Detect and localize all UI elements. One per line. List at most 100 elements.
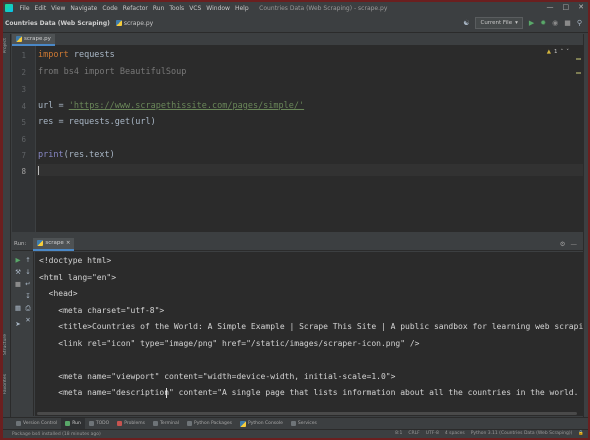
menu-file[interactable]: File: [17, 5, 32, 12]
line-separator[interactable]: CRLF: [408, 431, 419, 436]
tool-tab-python-console[interactable]: Python Console: [236, 418, 287, 430]
code-line-2: from bs4 import BeautifulSoup: [38, 67, 187, 77]
tool-window-bar: Version Control Run TODO Problems Termin…: [3, 417, 588, 430]
menu-vcs[interactable]: VCS: [187, 5, 204, 12]
line-number: 3: [21, 85, 26, 94]
favorites-tool-label[interactable]: Favorites: [3, 374, 8, 394]
left-tool-strip: Project Structure Favorites: [3, 34, 11, 428]
structure-tool-label[interactable]: Structure: [3, 334, 8, 355]
pin-icon[interactable]: ➤: [14, 320, 22, 328]
python-file-icon: [16, 36, 22, 42]
run-configuration-label: Current File: [480, 20, 513, 26]
python-file-icon: [115, 20, 122, 26]
layout-icon[interactable]: ▦: [14, 304, 22, 312]
right-tool-strip: [583, 34, 588, 428]
scroll-down-icon[interactable]: ↓: [24, 268, 32, 276]
scrollbar-thumb[interactable]: [37, 412, 577, 415]
code-text: requests: [68, 50, 115, 60]
maximize-button[interactable]: □: [563, 3, 570, 11]
menu-help[interactable]: Help: [232, 5, 251, 12]
console-horizontal-scrollbar[interactable]: [35, 411, 583, 416]
tool-tab-services[interactable]: Services: [287, 418, 321, 430]
tool-tab-todo[interactable]: TODO: [85, 418, 113, 430]
run-icon[interactable]: ▶: [529, 19, 534, 27]
python-interpreter[interactable]: Python 3.11 (Countries Data (Web Scrapin…: [471, 431, 573, 436]
user-icon[interactable]: ☯: [463, 19, 469, 27]
todo-icon: [88, 421, 94, 426]
menu-navigate[interactable]: Navigate: [68, 5, 100, 12]
status-bar: Package bs4 installed (18 minutes ago) 8…: [3, 429, 588, 438]
code-line-1: import requests: [38, 50, 115, 60]
tool-tab-label: Python Packages: [193, 421, 233, 426]
menu-bar: File Edit View Navigate Code Refactor Ru…: [3, 2, 588, 14]
project-tool-label[interactable]: Project: [3, 38, 8, 53]
tool-tab-label: Services: [297, 421, 317, 426]
menu-code[interactable]: Code: [100, 5, 120, 12]
text-caret: [38, 166, 39, 175]
tool-tab-run[interactable]: Run: [61, 417, 85, 430]
run-toolbar: ▶ ↑ ⚒ ↓ ■ ↵ ↧ ▦ ⎙ ➤ ✕: [12, 252, 34, 416]
ide-window: File Edit View Navigate Code Refactor Ru…: [3, 2, 588, 438]
tool-tab-label: TODO: [95, 421, 110, 426]
problems-icon: [117, 421, 123, 426]
menu-view[interactable]: View: [49, 5, 68, 12]
tool-tab-problems[interactable]: Problems: [113, 418, 149, 430]
breadcrumb-file[interactable]: scrape.py: [115, 19, 154, 27]
inspection-widget[interactable]: ▲ 1 ˄ ˅: [547, 49, 569, 55]
console-caret: [166, 388, 167, 398]
tool-tab-version-control[interactable]: Version Control: [12, 418, 61, 430]
scroll-up-icon[interactable]: ↑: [24, 256, 32, 264]
run-configuration-select[interactable]: Current File ▾: [475, 17, 523, 29]
status-message[interactable]: Package bs4 installed (18 minutes ago): [3, 432, 101, 437]
print-icon[interactable]: ⎙: [24, 304, 32, 312]
menu-refactor[interactable]: Refactor: [120, 5, 150, 12]
warning-marker[interactable]: [576, 58, 581, 60]
tool-tab-terminal[interactable]: Terminal: [149, 418, 183, 430]
caret-position[interactable]: 8:1: [395, 431, 402, 436]
coverage-icon[interactable]: ◉: [552, 19, 558, 27]
warning-marker[interactable]: [576, 72, 581, 74]
console-line: <head>: [39, 289, 78, 298]
menu-run[interactable]: Run: [150, 5, 167, 12]
line-number-gutter: 1 2 3 4 5 6 7 8: [12, 46, 36, 232]
trash-icon[interactable]: ✕: [24, 316, 32, 324]
stop-icon[interactable]: ■: [564, 19, 571, 27]
gear-icon[interactable]: ⚙: [560, 240, 566, 248]
debug-icon[interactable]: ✹: [540, 19, 546, 27]
stop-icon[interactable]: ■: [14, 280, 22, 288]
tool-tab-python-packages[interactable]: Python Packages: [183, 418, 236, 430]
run-tab-label: scrape: [45, 240, 64, 246]
menu-edit[interactable]: Edit: [32, 5, 49, 12]
line-number: 1: [21, 51, 26, 60]
indent-setting[interactable]: 4 spaces: [445, 431, 465, 436]
menu-tools[interactable]: Tools: [167, 5, 187, 12]
keyword-import: import: [38, 50, 69, 60]
lock-icon[interactable]: 🔒: [578, 431, 584, 436]
minimize-button[interactable]: —: [547, 3, 554, 11]
run-panel-title: Run:: [14, 241, 27, 247]
run-console[interactable]: <!doctype html> <html lang="en"> <head> …: [35, 252, 583, 416]
editor-tab-scrape[interactable]: scrape.py: [12, 34, 55, 46]
window-title: Countries Data (Web Scraping) - scrape.p…: [259, 4, 388, 12]
wrench-icon[interactable]: ⚒: [14, 268, 22, 276]
line-number: 5: [21, 118, 26, 127]
editor-scrollbar-markers[interactable]: [576, 48, 581, 228]
scroll-to-end-icon[interactable]: ↧: [24, 292, 32, 300]
next-highlight-icon[interactable]: ˅: [566, 49, 569, 55]
close-tab-icon[interactable]: ×: [66, 240, 71, 246]
url-string[interactable]: 'https://www.scrapethissite.com/pages/si…: [69, 101, 304, 111]
menu-window[interactable]: Window: [204, 5, 233, 12]
hide-panel-icon[interactable]: —: [571, 240, 578, 248]
line-number: 8: [21, 167, 26, 176]
code-editor[interactable]: 1 2 3 4 5 6 7 8 import requests from bs4…: [12, 46, 583, 232]
close-button[interactable]: ✕: [578, 3, 584, 11]
file-encoding[interactable]: UTF-8: [426, 431, 439, 436]
search-icon[interactable]: ⚲: [577, 19, 582, 27]
previous-highlight-icon[interactable]: ˄: [561, 49, 564, 55]
run-tab-scrape[interactable]: scrape ×: [33, 237, 75, 251]
code-text: url =: [38, 101, 69, 111]
breadcrumb-project[interactable]: Countries Data (Web Scraping): [3, 20, 110, 27]
breadcrumb-file-label: scrape.py: [123, 19, 154, 27]
soft-wrap-icon[interactable]: ↵: [24, 280, 32, 288]
rerun-icon[interactable]: ▶: [14, 256, 22, 264]
